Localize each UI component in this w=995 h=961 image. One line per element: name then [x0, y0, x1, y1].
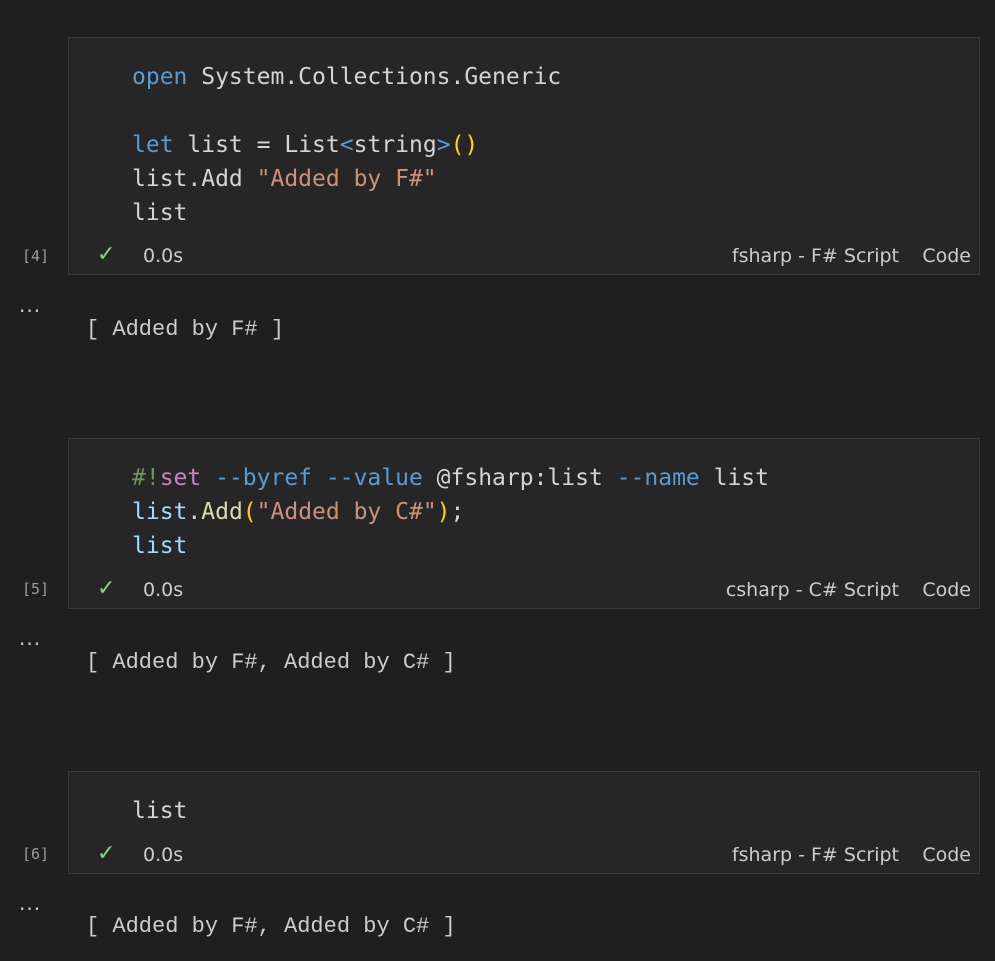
code-token: #! [132, 465, 160, 491]
kernel-picker[interactable]: csharp - C# Script [726, 578, 899, 602]
code-token: < [339, 132, 354, 158]
code-token: @fsharp:list [422, 465, 603, 491]
code-line: open System.Collections.Generic [132, 60, 561, 94]
code-token: --name [602, 465, 700, 491]
check-icon: ✓ [97, 841, 116, 866]
code-token: > [436, 132, 451, 158]
code-editor[interactable]: #!set --byref --value @fsharp:list --nam… [132, 461, 769, 563]
code-token: "Added by F#" [256, 166, 437, 192]
cell-status-bar: ✓ 0.0s csharp - C# Script Code [69, 572, 979, 608]
code-token: let [132, 132, 174, 158]
check-icon: ✓ [97, 242, 116, 267]
execution-duration: 0.0s [143, 844, 184, 866]
code-token: = [256, 132, 271, 158]
output-menu-icon[interactable]: ... [19, 893, 41, 913]
code-line: list.Add("Added by C#"); [132, 495, 769, 529]
output-menu-icon[interactable]: ... [19, 295, 41, 315]
execution-count: [5] [22, 580, 50, 598]
code-token: Add [201, 499, 243, 525]
code-token: list [132, 499, 188, 525]
code-editor[interactable]: list [132, 794, 187, 828]
code-token: ( [242, 499, 257, 525]
code-line: #!set --byref --value @fsharp:list --nam… [132, 461, 769, 495]
code-token: --byref [201, 465, 313, 491]
code-line: list [132, 794, 187, 828]
code-token: () [450, 132, 479, 158]
code-line: let list = List<string>() [132, 128, 561, 162]
code-token: list [132, 798, 188, 824]
code-token: open [132, 64, 188, 90]
execution-count: [4] [22, 247, 50, 265]
output-menu-icon[interactable]: ... [19, 628, 41, 648]
notebook-cell-6[interactable]: list ✓ 0.0s fsharp - F# Script Code [68, 771, 980, 874]
check-icon: ✓ [97, 576, 116, 601]
code-token: string [353, 132, 437, 158]
code-token: set [159, 465, 202, 491]
execution-duration: 0.0s [143, 245, 184, 267]
language-picker[interactable]: Code [922, 843, 971, 867]
code-line: list.Add "Added by F#" [132, 162, 561, 196]
code-line: list [132, 196, 561, 230]
language-picker[interactable]: Code [922, 244, 971, 268]
kernel-picker[interactable]: fsharp - F# Script [732, 244, 899, 268]
kernel-picker[interactable]: fsharp - F# Script [732, 843, 899, 867]
code-token: list [699, 465, 770, 491]
notebook-cell-5[interactable]: #!set --byref --value @fsharp:list --nam… [68, 438, 980, 609]
code-token: ; [450, 499, 465, 525]
cell-output: [ Added by F#, Added by C# ] [86, 650, 456, 675]
code-token: . [187, 499, 202, 525]
code-token: System.Collections.Generic [187, 64, 562, 90]
cell-output: [ Added by F# ] [86, 317, 285, 342]
code-token: --value [312, 465, 423, 491]
code-token: list [132, 533, 188, 559]
code-line: list [132, 529, 769, 563]
code-token: list [132, 166, 188, 192]
cell-status-bar: ✓ 0.0s fsharp - F# Script Code [69, 837, 979, 873]
execution-count: [6] [22, 845, 50, 863]
code-token: list [132, 200, 188, 226]
code-token: List [270, 132, 340, 158]
code-token: list [173, 132, 257, 158]
code-token: .Add [187, 166, 257, 192]
code-token: "Added by C#" [256, 499, 437, 525]
cell-status-bar: ✓ 0.0s fsharp - F# Script Code [69, 238, 979, 274]
code-token: ) [436, 499, 451, 525]
language-picker[interactable]: Code [922, 578, 971, 602]
notebook-cell-4[interactable]: open System.Collections.Generic let list … [68, 37, 980, 275]
cell-output: [ Added by F#, Added by C# ] [86, 914, 456, 939]
code-editor[interactable]: open System.Collections.Generic let list … [132, 60, 561, 230]
execution-duration: 0.0s [143, 579, 184, 601]
